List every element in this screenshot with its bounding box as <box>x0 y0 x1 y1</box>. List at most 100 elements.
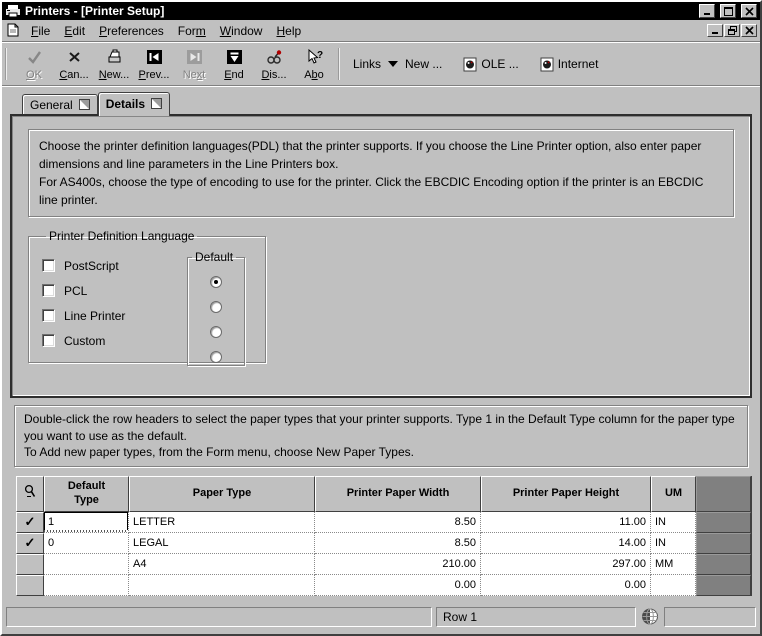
line-printer-label: Line Printer <box>64 308 126 323</box>
column-header-default-type[interactable]: Default Type <box>44 475 129 512</box>
row-header-1[interactable]: ✓ <box>16 511 44 533</box>
pcl-checkbox[interactable] <box>42 284 55 297</box>
display-icon <box>266 48 283 65</box>
row-header-3[interactable] <box>16 553 44 575</box>
menu-edit[interactable]: Edit <box>57 22 92 40</box>
grid-corner-header[interactable] <box>16 475 44 512</box>
custom-checkbox[interactable] <box>42 334 55 347</box>
default-radio-pcl[interactable] <box>210 300 222 313</box>
pdl-instructions-box: Choose the printer definition languages(… <box>28 129 734 217</box>
column-header-printer-paper-height[interactable]: Printer Paper Height <box>481 475 651 512</box>
column-header-printer-paper-width[interactable]: Printer Paper Width <box>315 475 481 512</box>
printer-definition-language-group: Printer Definition Language PostScript P… <box>28 229 266 366</box>
cell-height-1[interactable]: 11.00 <box>481 511 651 533</box>
menu-preferences[interactable]: Preferences <box>92 22 171 40</box>
cancel-button[interactable]: Can... <box>54 45 94 83</box>
display-button[interactable]: Dis... <box>254 45 294 83</box>
document-icon[interactable] <box>5 23 20 38</box>
app-printer-icon <box>5 4 21 18</box>
cell-default-type-2[interactable]: 0 <box>44 532 129 554</box>
find-icon <box>24 484 37 503</box>
toolbar-grip[interactable] <box>5 48 9 80</box>
cell-height-4[interactable]: 0.00 <box>481 574 651 596</box>
ok-button[interactable]: OK <box>14 45 54 83</box>
row-header-4[interactable] <box>16 574 44 596</box>
app-window: Printers - [Printer Setup] File Edit Pre… <box>0 0 762 636</box>
cell-um-3[interactable]: MM <box>651 553 696 575</box>
postscript-label: PostScript <box>64 258 119 273</box>
cell-default-type-4[interactable] <box>44 574 129 596</box>
menu-bar: File Edit Preferences Form Window Help <box>2 20 760 42</box>
cell-um-1[interactable]: IN <box>651 511 696 533</box>
mdi-minimize-button[interactable] <box>707 24 723 37</box>
default-radio-postscript[interactable] <box>210 275 222 288</box>
line-printer-checkbox[interactable] <box>42 309 55 322</box>
previous-icon <box>146 48 163 65</box>
cell-filler-3 <box>696 553 751 575</box>
menu-window[interactable]: Window <box>213 22 270 40</box>
ole-item[interactable]: OLE ... <box>463 57 519 72</box>
column-header-paper-type[interactable]: Paper Type <box>129 475 315 512</box>
links-dropdown-icon[interactable] <box>388 61 399 67</box>
grid-row-empty: 0.00 0.00 <box>16 574 751 596</box>
menu-form[interactable]: Form <box>171 22 213 40</box>
row-check-icon: ✓ <box>24 514 36 530</box>
status-panel-row: Row 1 <box>436 606 636 627</box>
row-header-2[interactable]: ✓ <box>16 532 44 554</box>
toolbar-grip-2[interactable] <box>338 48 342 80</box>
menu-file[interactable]: File <box>24 22 57 40</box>
mdi-restore-button[interactable] <box>724 24 740 37</box>
minimize-button[interactable] <box>699 4 715 18</box>
cell-width-1[interactable]: 8.50 <box>315 511 481 533</box>
cell-filler-4 <box>696 574 751 596</box>
cell-height-2[interactable]: 14.00 <box>481 532 651 554</box>
previous-button[interactable]: Prev... <box>134 45 174 83</box>
cell-paper-type-4[interactable] <box>129 574 315 596</box>
cell-paper-type-2[interactable]: LEGAL <box>129 532 315 554</box>
paper-instructions-line-1: Double-click the row headers to select t… <box>24 412 735 443</box>
status-panel-message <box>6 606 432 627</box>
cell-height-3[interactable]: 297.00 <box>481 553 651 575</box>
cell-paper-type-3[interactable]: A4 <box>129 553 315 575</box>
close-button[interactable] <box>741 4 757 18</box>
custom-label: Custom <box>64 333 106 348</box>
tab-strip: General Details <box>2 89 760 116</box>
cell-um-2[interactable]: IN <box>651 532 696 554</box>
default-radio-custom[interactable] <box>210 350 222 363</box>
links-new-item[interactable]: New ... <box>405 57 442 71</box>
new-button[interactable]: New... <box>94 45 134 83</box>
internet-item[interactable]: Internet <box>540 57 598 72</box>
links-label[interactable]: Links <box>353 57 381 71</box>
cell-default-type-1[interactable]: 1 <box>44 511 129 533</box>
menu-help[interactable]: Help <box>269 22 308 40</box>
grid-row-letter: ✓ 1 LETTER 8.50 11.00 IN <box>16 511 751 533</box>
pdl-instructions-line-2: For AS400s, choose the type of encoding … <box>39 175 704 207</box>
tab-general[interactable]: General <box>22 94 98 114</box>
about-button[interactable]: ? Abo <box>294 45 334 83</box>
status-row-label: Row 1 <box>443 609 478 624</box>
pcl-label: PCL <box>64 283 88 298</box>
mdi-close-button[interactable] <box>741 24 757 37</box>
cell-width-4[interactable]: 0.00 <box>315 574 481 596</box>
toolbar: OK Can... New... Prev... Ne x t End Dis... <box>2 42 760 86</box>
links-area: Links New ... OLE ... Internet <box>347 45 598 83</box>
default-group-title: Default <box>195 250 234 264</box>
cell-paper-type-1[interactable]: LETTER <box>129 511 315 533</box>
cell-um-4[interactable] <box>651 574 696 596</box>
cell-width-3[interactable]: 210.00 <box>315 553 481 575</box>
status-panel-right <box>664 606 756 627</box>
cell-default-type-3[interactable] <box>44 553 129 575</box>
title-bar: Printers - [Printer Setup] <box>2 2 760 20</box>
column-header-um[interactable]: UM <box>651 475 696 512</box>
maximize-button[interactable] <box>720 4 736 18</box>
postscript-checkbox[interactable] <box>42 259 55 272</box>
cell-width-2[interactable]: 8.50 <box>315 532 481 554</box>
end-button[interactable]: End <box>214 45 254 83</box>
default-radio-line-printer[interactable] <box>210 325 222 338</box>
next-button[interactable]: Ne x t <box>174 45 214 83</box>
tab-corner-icon <box>151 98 163 109</box>
globe-icon <box>640 607 660 626</box>
default-radio-group: Default <box>187 250 245 366</box>
tab-details[interactable]: Details <box>97 92 171 116</box>
grid-row-legal: ✓ 0 LEGAL 8.50 14.00 IN <box>16 532 751 554</box>
